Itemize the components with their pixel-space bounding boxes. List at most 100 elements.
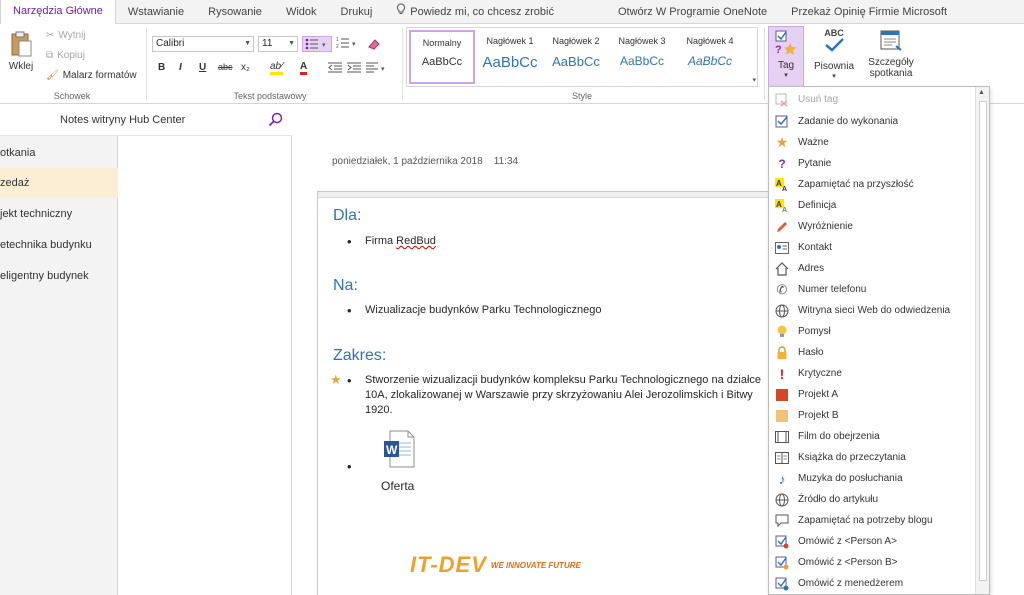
tag-menu-item[interactable]: Zadanie do wykonania: [769, 111, 975, 132]
tell-me-search[interactable]: Powiedz mi, co chcesz zrobić: [384, 0, 566, 24]
page-canvas[interactable]: poniedziałek, 1 października 2018 11:34 …: [292, 104, 768, 595]
paste-label: Wklej: [8, 61, 34, 72]
tag-menu-item[interactable]: ✆ Numer telefonu: [769, 279, 975, 300]
style-name: Nagłówek 3: [618, 36, 666, 46]
meeting-details-button[interactable]: Szczegóły spotkania: [864, 28, 918, 79]
tag-menu-item[interactable]: Omówić z menedżerem: [769, 573, 975, 594]
tell-me-label: Powiedz mi, co chcesz zrobić: [410, 5, 554, 18]
decrease-indent-button[interactable]: [328, 62, 342, 77]
scroll-thumb[interactable]: [979, 101, 987, 581]
scissors-icon: ✂: [46, 30, 55, 41]
italic-button[interactable]: I: [179, 62, 182, 73]
heading-dla[interactable]: Dla:: [333, 207, 361, 225]
bullet-zakres-line-3[interactable]: 1920.: [365, 404, 393, 416]
format-painter-button[interactable]: 🖌 Malarz formatów: [46, 70, 137, 81]
bold-button[interactable]: B: [158, 62, 165, 73]
style-name: Nagłówek 1: [486, 36, 534, 46]
font-size-combo[interactable]: 11 ▼: [258, 36, 298, 52]
tag-menu-item[interactable]: Kontakt: [769, 237, 975, 258]
tag-menu-item[interactable]: Omówić z <Person B>: [769, 552, 975, 573]
tag-menu-item[interactable]: Zapamiętać na potrzeby blogu: [769, 510, 975, 531]
bullet-zakres-line-2[interactable]: 10A, zlokalizowanej w Warszawie przy skr…: [365, 389, 753, 401]
bullet-dla[interactable]: Firma RedBud: [347, 234, 436, 249]
tag-menu-item[interactable]: Książka do przeczytania: [769, 447, 975, 468]
clear-formatting-button[interactable]: [366, 36, 382, 52]
underline-button[interactable]: U: [199, 62, 206, 73]
section-item[interactable]: eligentny budynek: [0, 261, 118, 291]
bullet-na[interactable]: Wizualizacje budynków Parku Technologicz…: [347, 303, 601, 318]
word-document-icon[interactable]: W: [382, 429, 416, 469]
tag-menu-item[interactable]: Wyróżnienie: [769, 216, 975, 237]
style-heading-1[interactable]: Nagłówek 1 AaBbCc: [477, 30, 543, 84]
font-color-button[interactable]: A: [300, 61, 308, 75]
section-item[interactable]: otkania: [0, 138, 118, 168]
tag-menu-item[interactable]: Projekt A: [769, 384, 975, 405]
paragraph-alignment-button[interactable]: ▾: [366, 62, 388, 77]
tab-draw[interactable]: Rysowanie: [196, 0, 274, 24]
tab-feedback[interactable]: Przekaż Opinię Firmie Microsoft: [779, 0, 959, 24]
tag-menu-item[interactable]: Omówić z <Person A>: [769, 531, 975, 552]
strikethrough-button[interactable]: abc: [218, 62, 233, 72]
music-note-icon: ♪: [778, 470, 786, 487]
paste-button[interactable]: Wklej: [4, 30, 38, 72]
style-normal[interactable]: Normalny AaBbCc: [409, 30, 475, 84]
font-name-combo[interactable]: Calibri ▼: [152, 36, 254, 52]
style-heading-4[interactable]: Nagłówek 4 AaBbCc: [677, 30, 743, 84]
note-container-handle[interactable]: [318, 192, 768, 198]
ribbon-tab-bar: Narzędzia Główne Wstawianie Rysowanie Wi…: [0, 0, 1024, 24]
section-item-active[interactable]: zedaż: [0, 168, 118, 198]
tag-menu-item[interactable]: AA Definicja: [769, 195, 975, 216]
numbered-list-icon: 12 ▾: [336, 37, 356, 50]
spelling-button[interactable]: ABC Pisownia ▾: [812, 28, 856, 80]
tab-home[interactable]: Narzędzia Główne: [0, 0, 116, 24]
highlight-a-icon: AA: [773, 177, 791, 193]
tab-view[interactable]: Widok: [274, 0, 329, 24]
highlight-color-button[interactable]: ab⁄: [270, 61, 283, 75]
style-heading-2[interactable]: Nagłówek 2 AaBbCc: [543, 30, 609, 84]
source-globe-icon: [773, 492, 791, 508]
tag-menu-item[interactable]: Pomysł: [769, 321, 975, 342]
section-item[interactable]: etechnika budynku: [0, 230, 118, 260]
cut-button[interactable]: ✂ Wytnij: [46, 30, 86, 41]
font-name-value: Calibri: [156, 38, 185, 49]
notebook-title[interactable]: Notes witryny Hub Center: [60, 114, 185, 126]
tab-insert[interactable]: Wstawianie: [116, 0, 196, 24]
basic-text-group-label: Tekst podstawowy: [233, 91, 307, 101]
increase-indent-button[interactable]: [347, 62, 361, 77]
tag-menu-item[interactable]: Witryna sieci Web do odwiedzenia: [769, 300, 975, 321]
font-size-value: 11: [262, 38, 273, 49]
gallery-more-button[interactable]: ▾: [752, 76, 756, 84]
tag-menu-item[interactable]: ! Krytyczne: [769, 363, 975, 384]
tag-menu-item[interactable]: Hasło: [769, 342, 975, 363]
tag-menu-scrollbar[interactable]: ▲: [975, 87, 989, 594]
tag-menu-item-remove[interactable]: Usuń tag: [769, 89, 975, 110]
tag-menu-label: Muzyka do posłuchania: [798, 473, 903, 484]
bullet-list-button[interactable]: ▾: [302, 36, 332, 52]
heading-na[interactable]: Na:: [333, 277, 358, 295]
star-icon[interactable]: ★: [330, 372, 342, 388]
tab-open-in-onenote[interactable]: Otwórz W Programie OneNote: [606, 0, 779, 24]
tag-menu-label: Kontakt: [798, 242, 832, 253]
scroll-up-arrow-icon[interactable]: ▲: [978, 89, 985, 96]
tag-menu-item[interactable]: ★ Ważne: [769, 132, 975, 153]
tag-menu-item[interactable]: Adres: [769, 258, 975, 279]
subscript-button[interactable]: x₂: [241, 62, 250, 73]
tag-menu-item[interactable]: Projekt B: [769, 405, 975, 426]
tag-menu-item[interactable]: ♪ Muzyka do posłuchania: [769, 468, 975, 489]
tag-menu-item[interactable]: Film do obejrzenia: [769, 426, 975, 447]
copy-button[interactable]: ⧉ Kopiuj: [46, 50, 85, 61]
numbered-list-button[interactable]: 1 2 ▾: [336, 36, 362, 52]
file-name-label[interactable]: Oferta: [381, 479, 414, 493]
heading-zakres[interactable]: Zakres:: [333, 347, 386, 365]
search-icon[interactable]: [268, 112, 284, 128]
checkbox-icon: [773, 114, 791, 130]
cut-label: Wytnij: [58, 30, 86, 41]
tab-print[interactable]: Drukuj: [329, 0, 385, 24]
style-heading-3[interactable]: Nagłówek 3 AaBbCc: [609, 30, 675, 84]
bullet-zakres[interactable]: Stworzenie wizualizacji budynków komplek…: [347, 373, 761, 388]
tag-menu-item[interactable]: Źródło do artykułu: [769, 489, 975, 510]
tag-menu-item[interactable]: AA Zapamiętać na przyszłość: [769, 174, 975, 195]
tag-menu-item[interactable]: ? Pytanie: [769, 153, 975, 174]
tag-menu-label: Definicja: [798, 200, 837, 211]
section-item[interactable]: jekt techniczny: [0, 199, 118, 229]
